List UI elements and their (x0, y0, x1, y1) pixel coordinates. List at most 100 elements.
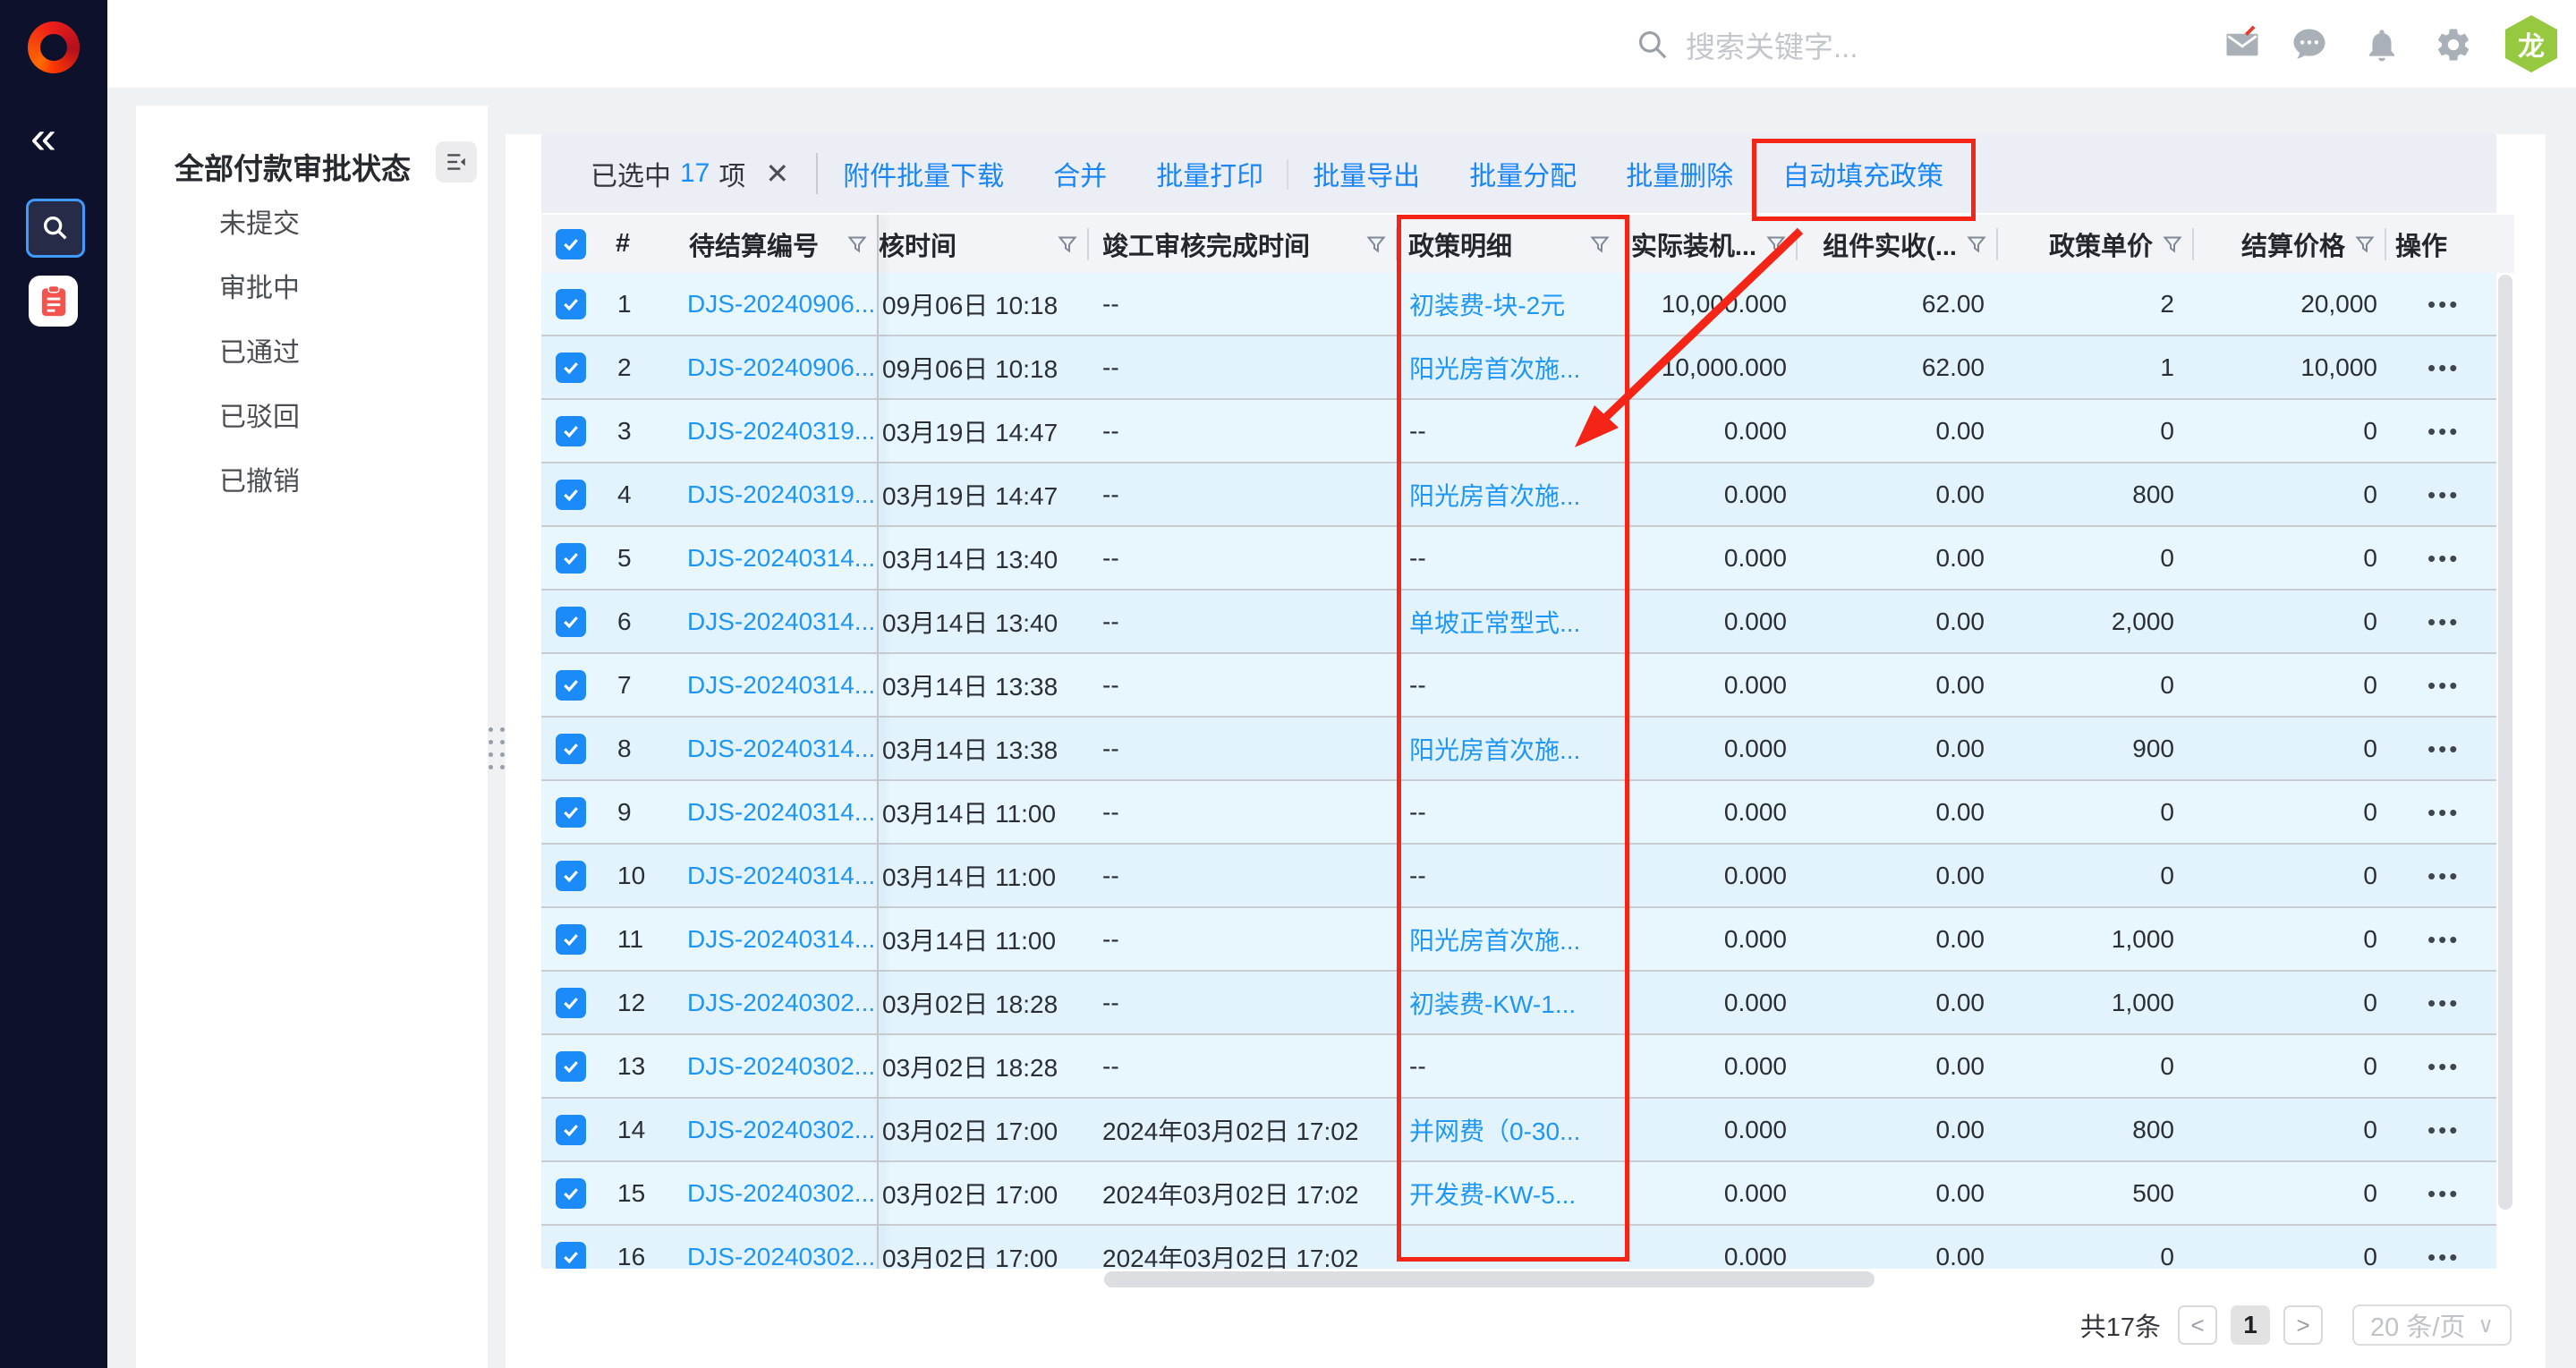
settlement-id-link[interactable]: DJS-20240302... (687, 989, 875, 1016)
toolbar-action[interactable]: 批量删除 (1626, 154, 1733, 193)
toolbar-action[interactable]: 附件批量下载 (843, 154, 1004, 193)
mail-icon[interactable] (2223, 26, 2261, 64)
header-cell[interactable]: 核时间 (877, 215, 1087, 273)
row-actions-button[interactable]: ••• (2427, 990, 2460, 1016)
row-actions-button[interactable]: ••• (2427, 1180, 2460, 1207)
page-size-select[interactable]: 20 条/页 ∨ (2352, 1304, 2512, 1346)
toolbar-action[interactable]: 批量分配 (1469, 154, 1577, 193)
policy-detail-link[interactable]: 初装费-KW-1... (1409, 990, 1576, 1018)
policy-detail-link[interactable]: 并网费（0-30... (1409, 1117, 1580, 1145)
row-checkbox[interactable] (556, 416, 586, 446)
prev-page-button[interactable]: < (2178, 1305, 2217, 1345)
filter-icon[interactable] (1365, 234, 1387, 255)
header-cell[interactable]: 待结算编号 (680, 215, 877, 273)
status-filter-item[interactable]: 已通过 (136, 321, 488, 386)
row-actions-button[interactable]: ••• (2427, 1244, 2460, 1270)
row-actions-button[interactable]: ••• (2427, 354, 2460, 381)
header-cell[interactable]: # (608, 215, 680, 273)
row-actions-button[interactable]: ••• (2427, 799, 2460, 826)
row-checkbox[interactable] (556, 353, 586, 383)
settlement-id-link[interactable]: DJS-20240314... (687, 671, 875, 699)
toolbar-action[interactable]: 批量打印 (1156, 154, 1263, 193)
settlement-id-link[interactable]: DJS-20240314... (687, 798, 875, 826)
status-filter-item[interactable]: 审批中 (136, 257, 488, 321)
header-cell[interactable]: 政策明细 (1396, 215, 1620, 273)
policy-detail-link[interactable]: 初装费-块-2元 (1409, 292, 1565, 319)
status-filter-item[interactable]: 已驳回 (136, 386, 488, 450)
sidebar-tasks-button[interactable] (29, 276, 78, 327)
row-checkbox[interactable] (556, 480, 586, 510)
header-cell[interactable]: 结算价格 (2192, 215, 2385, 273)
filter-icon[interactable] (846, 234, 868, 255)
row-actions-button[interactable]: ••• (2427, 672, 2460, 699)
header-cell[interactable]: 操作 (2385, 215, 2496, 273)
policy-detail-link[interactable]: 阳光房首次施... (1409, 736, 1580, 764)
user-avatar[interactable]: 龙 (2505, 15, 2557, 72)
row-actions-button[interactable]: ••• (2427, 418, 2460, 445)
filter-icon[interactable] (2162, 234, 2183, 255)
settlement-id-link[interactable]: DJS-20240302... (687, 1243, 875, 1270)
clear-selection-icon[interactable]: ✕ (765, 157, 789, 191)
settlement-id-link[interactable]: DJS-20240314... (687, 735, 875, 762)
row-actions-button[interactable]: ••• (2427, 291, 2460, 318)
row-checkbox[interactable] (556, 289, 586, 319)
settlement-id-link[interactable]: DJS-20240319... (687, 417, 875, 445)
row-checkbox[interactable] (556, 670, 586, 701)
row-actions-button[interactable]: ••• (2427, 1053, 2460, 1080)
row-checkbox[interactable] (556, 1115, 586, 1145)
row-checkbox[interactable] (556, 607, 586, 637)
policy-detail-link[interactable]: 开发费-KW-5... (1409, 1181, 1576, 1209)
sidebar-search-button[interactable] (26, 199, 85, 258)
row-actions-button[interactable]: ••• (2427, 862, 2460, 889)
row-actions-button[interactable]: ••• (2427, 926, 2460, 953)
policy-detail-link[interactable]: 阳光房首次施... (1409, 927, 1580, 955)
row-checkbox[interactable] (556, 924, 586, 955)
settlement-id-link[interactable]: DJS-20240314... (687, 862, 875, 889)
row-checkbox[interactable] (556, 1178, 586, 1209)
panel-menu-button[interactable] (436, 141, 477, 183)
chat-icon[interactable] (2291, 26, 2328, 64)
status-filter-item[interactable]: 未提交 (136, 192, 488, 257)
row-actions-button[interactable]: ••• (2427, 735, 2460, 762)
select-all-checkbox[interactable] (556, 229, 586, 259)
filter-icon[interactable] (2354, 234, 2376, 255)
settlement-id-link[interactable]: DJS-20240302... (687, 1179, 875, 1207)
row-actions-button[interactable]: ••• (2427, 1117, 2460, 1143)
global-search[interactable]: 搜索关键字... (1636, 23, 1858, 66)
vertical-scrollbar[interactable] (2498, 275, 2512, 1210)
policy-detail-link[interactable]: 阳光房首次施... (1409, 355, 1580, 383)
row-actions-button[interactable]: ••• (2427, 481, 2460, 508)
panel-resize-handle[interactable] (489, 707, 505, 789)
toolbar-action[interactable]: 合并 (1053, 154, 1107, 193)
header-cell[interactable]: 组件实收(... (1796, 215, 1996, 273)
settlement-id-link[interactable]: DJS-20240302... (687, 1052, 875, 1080)
gear-icon[interactable] (2435, 26, 2472, 64)
row-checkbox[interactable] (556, 861, 586, 891)
settlement-id-link[interactable]: DJS-20240314... (687, 925, 875, 953)
sidebar-collapse-button[interactable]: « (30, 115, 53, 161)
header-cell[interactable]: 实际装机... (1620, 215, 1796, 273)
next-page-button[interactable]: > (2283, 1305, 2323, 1345)
filter-icon[interactable] (1765, 234, 1787, 255)
header-cell[interactable]: 竣工审核完成时间 (1087, 215, 1396, 273)
status-filter-item[interactable]: 已撤销 (136, 450, 488, 514)
row-checkbox[interactable] (556, 1051, 586, 1082)
settlement-id-link[interactable]: DJS-20240314... (687, 608, 875, 635)
row-checkbox[interactable] (556, 988, 586, 1018)
settlement-id-link[interactable]: DJS-20240906... (687, 353, 875, 381)
header-cell[interactable]: 政策单价 (1996, 215, 2192, 273)
policy-detail-link[interactable]: 单坡正常型式... (1409, 609, 1580, 637)
row-actions-button[interactable]: ••• (2427, 545, 2460, 572)
filter-icon[interactable] (1057, 234, 1078, 255)
row-checkbox[interactable] (556, 797, 586, 828)
settlement-id-link[interactable]: DJS-20240906... (687, 290, 875, 318)
bell-icon[interactable] (2363, 26, 2401, 64)
toolbar-action[interactable]: 自动填充政策 (1782, 154, 1943, 193)
row-checkbox[interactable] (556, 734, 586, 764)
row-actions-button[interactable]: ••• (2427, 608, 2460, 635)
settlement-id-link[interactable]: DJS-20240314... (687, 544, 875, 572)
row-checkbox[interactable] (556, 543, 586, 574)
toolbar-action[interactable]: 批量导出 (1313, 154, 1420, 193)
filter-icon[interactable] (1966, 234, 1987, 255)
settlement-id-link[interactable]: DJS-20240319... (687, 480, 875, 508)
